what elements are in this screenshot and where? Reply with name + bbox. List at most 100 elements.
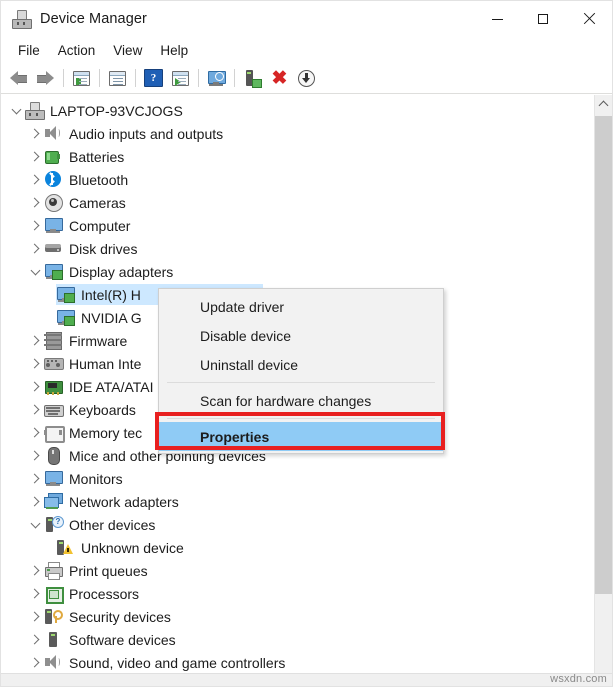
forward-button[interactable] xyxy=(32,66,59,90)
context-menu-item-uninstall-device[interactable]: Uninstall device xyxy=(159,350,443,379)
memory-tech-icon xyxy=(44,424,62,441)
toolbar-separator xyxy=(99,69,100,87)
other-devices-icon: ? xyxy=(44,516,62,533)
menu-action[interactable]: Action xyxy=(49,40,105,61)
vertical-scrollbar[interactable] xyxy=(594,95,612,686)
expand-chevron-icon[interactable] xyxy=(27,406,44,413)
update-driver-icon xyxy=(172,71,189,86)
printer-icon xyxy=(44,562,62,579)
expand-chevron-icon[interactable] xyxy=(27,337,44,344)
tree-item-sound-video-and-game-controllers[interactable]: Sound, video and game controllers xyxy=(1,651,595,674)
expand-chevron-icon[interactable] xyxy=(27,567,44,574)
expand-chevron-icon[interactable] xyxy=(27,270,44,274)
tree-item-batteries[interactable]: Batteries xyxy=(1,145,595,168)
title-bar: Device Manager xyxy=(1,1,612,37)
expand-chevron-icon[interactable] xyxy=(27,475,44,482)
expand-chevron-icon[interactable] xyxy=(8,109,25,113)
ide-controller-icon xyxy=(44,378,62,395)
expand-chevron-icon[interactable] xyxy=(27,498,44,505)
expand-chevron-icon[interactable] xyxy=(27,636,44,643)
expand-chevron-icon[interactable] xyxy=(27,130,44,137)
tree-item-label: Network adapters xyxy=(69,494,185,510)
expand-chevron-icon[interactable] xyxy=(27,659,44,666)
minimize-icon xyxy=(492,19,503,20)
tree-item-processors[interactable]: Processors xyxy=(1,582,595,605)
scroll-up-button[interactable] xyxy=(595,95,612,112)
tree-item-label: Memory tec xyxy=(69,425,148,441)
unknown-device-icon xyxy=(56,539,74,556)
enable-device-button[interactable] xyxy=(239,66,266,90)
expand-chevron-icon[interactable] xyxy=(27,153,44,160)
update-driver-button[interactable] xyxy=(167,66,194,90)
expand-chevron-icon[interactable] xyxy=(27,452,44,459)
back-button[interactable] xyxy=(5,66,32,90)
tree-item-cameras[interactable]: Cameras xyxy=(1,191,595,214)
close-button[interactable] xyxy=(566,1,612,37)
menu-help[interactable]: Help xyxy=(151,40,197,61)
tree-item-display-adapters[interactable]: Display adapters xyxy=(1,260,595,283)
chevron-up-icon xyxy=(599,100,609,110)
monitor-icon xyxy=(44,217,62,234)
expand-chevron-icon[interactable] xyxy=(27,613,44,620)
tree-item-label: LAPTOP-93VCJOGS xyxy=(50,103,189,119)
tree-item-network-adapters[interactable]: Network adapters xyxy=(1,490,595,513)
help-button[interactable]: ? xyxy=(140,66,167,90)
properties-button[interactable] xyxy=(104,66,131,90)
expand-chevron-icon[interactable] xyxy=(27,429,44,436)
bluetooth-icon xyxy=(44,171,62,188)
hid-icon xyxy=(44,355,62,372)
context-menu-item-update-driver[interactable]: Update driver xyxy=(159,292,443,321)
tree-item-unknown-device[interactable]: Unknown device xyxy=(1,536,595,559)
disable-device-button[interactable] xyxy=(293,66,320,90)
expand-chevron-icon[interactable] xyxy=(27,176,44,183)
firmware-icon xyxy=(44,332,62,349)
down-arrow-circle-icon xyxy=(298,70,315,87)
camera-icon xyxy=(44,194,62,211)
context-menu-separator xyxy=(167,382,435,383)
context-menu-item-properties[interactable]: Properties xyxy=(159,422,443,451)
menu-view[interactable]: View xyxy=(104,40,151,61)
scrollbar-thumb[interactable] xyxy=(595,116,612,594)
tree-item-security-devices[interactable]: Security devices xyxy=(1,605,595,628)
minimize-button[interactable] xyxy=(474,1,520,37)
status-bar xyxy=(1,673,612,686)
expand-chevron-icon[interactable] xyxy=(27,360,44,367)
uninstall-device-button[interactable]: ✖ xyxy=(266,66,293,90)
close-icon xyxy=(583,13,595,25)
context-menu-item-scan-for-hardware-changes[interactable]: Scan for hardware changes xyxy=(159,386,443,415)
expand-chevron-icon[interactable] xyxy=(27,222,44,229)
show-hide-tree-button[interactable] xyxy=(68,66,95,90)
toolbar-separator xyxy=(198,69,199,87)
help-question-icon: ? xyxy=(144,69,163,87)
tree-item-label: Batteries xyxy=(69,149,130,165)
tree-item-label: Disk drives xyxy=(69,241,143,257)
tree-item-other-devices[interactable]: ? Other devices xyxy=(1,513,595,536)
menu-file[interactable]: File xyxy=(9,40,49,61)
window-title: Device Manager xyxy=(40,11,147,27)
context-menu[interactable]: Update driver Disable device Uninstall d… xyxy=(158,288,444,454)
expand-chevron-icon[interactable] xyxy=(27,590,44,597)
tree-item-bluetooth[interactable]: Bluetooth xyxy=(1,168,595,191)
expand-chevron-icon[interactable] xyxy=(27,383,44,390)
scan-hardware-button[interactable] xyxy=(203,66,230,90)
maximize-button[interactable] xyxy=(520,1,566,37)
tree-item-monitors[interactable]: Monitors xyxy=(1,467,595,490)
tree-item-computer[interactable]: Computer xyxy=(1,214,595,237)
tree-item-label: Firmware xyxy=(69,333,133,349)
tree-item-label: Software devices xyxy=(69,632,182,648)
context-menu-item-disable-device[interactable]: Disable device xyxy=(159,321,443,350)
tree-item-disk-drives[interactable]: Disk drives xyxy=(1,237,595,260)
toolbar-separator xyxy=(234,69,235,87)
maximize-icon xyxy=(538,14,548,24)
battery-icon xyxy=(44,148,62,165)
tree-item-audio-inputs-and-outputs[interactable]: Audio inputs and outputs xyxy=(1,122,595,145)
expand-chevron-icon[interactable] xyxy=(27,245,44,252)
tree-item-print-queues[interactable]: Print queues xyxy=(1,559,595,582)
security-device-icon xyxy=(44,608,62,625)
tree-item-software-devices[interactable]: Software devices xyxy=(1,628,595,651)
expand-chevron-icon[interactable] xyxy=(27,523,44,527)
context-menu-separator xyxy=(167,418,435,419)
tree-item-root[interactable]: LAPTOP-93VCJOGS xyxy=(1,99,595,122)
expand-chevron-icon[interactable] xyxy=(27,199,44,206)
watermark: wsxdn.com xyxy=(550,673,607,685)
